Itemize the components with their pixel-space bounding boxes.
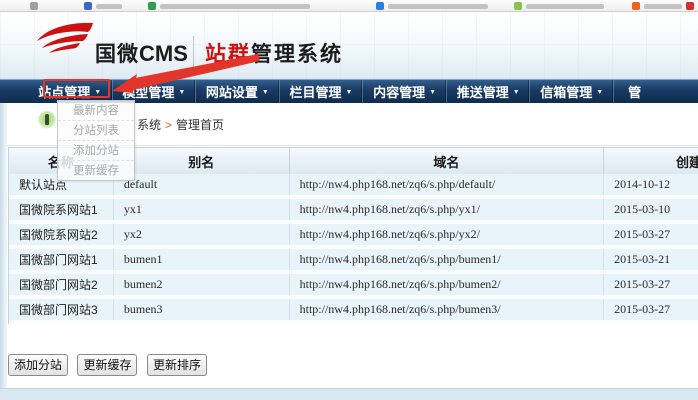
cell-domain[interactable]: http://nw4.php168.net/zq6/s.php/yx2/: [290, 224, 605, 245]
bookmark-label-blur[interactable]: [644, 4, 682, 9]
product-title: 站群管理系统: [205, 38, 343, 68]
cell-created: 2015-03-21: [604, 249, 698, 270]
left-frame-border: [0, 103, 7, 388]
cell-domain[interactable]: http://nw4.php168.net/zq6/s.php/bumen1/: [290, 249, 605, 270]
annotation-highlight-box: [43, 79, 110, 98]
table-row[interactable]: 国微部门网站2 bumen2 http://nw4.php168.net/zq6…: [9, 274, 698, 299]
breadcrumb-separator-icon: >: [165, 118, 172, 132]
bulb-icon: [38, 111, 56, 129]
cell-domain[interactable]: http://nw4.php168.net/zq6/s.php/bumen3/: [290, 299, 605, 320]
table-row[interactable]: 国微院系网站2 yx2 http://nw4.php168.net/zq6/s.…: [9, 224, 698, 249]
menu-item-subsite-list[interactable]: 分站列表: [58, 121, 134, 141]
nav-item-mailbox-management[interactable]: 信箱管理▼: [529, 80, 613, 103]
cell-alias: yx1: [114, 199, 290, 220]
breadcrumb-prefix: 系统: [137, 118, 161, 132]
table-row[interactable]: 国微部门网站1 bumen1 http://nw4.php168.net/zq6…: [9, 249, 698, 274]
nav-item-push-management[interactable]: 推送管理▼: [446, 80, 530, 103]
brand-en: CMS: [139, 41, 188, 66]
cell-name: 国微院系网站1: [9, 199, 114, 220]
table-row[interactable]: 国微院系网站1 yx1 http://nw4.php168.net/zq6/s.…: [9, 199, 698, 224]
cell-alias: bumen1: [114, 249, 290, 270]
favicon-icon[interactable]: [148, 2, 156, 10]
add-subsite-button[interactable]: 添加分站: [8, 354, 68, 376]
brand-cn: 国微: [95, 43, 139, 66]
cell-name: 国微院系网站2: [9, 224, 114, 245]
menu-item-add-subsite[interactable]: 添加分站: [58, 141, 134, 161]
cell-alias: bumen2: [114, 274, 290, 295]
cell-domain[interactable]: http://nw4.php168.net/zq6/s.php/default/: [290, 174, 605, 195]
logo-divider: [193, 36, 194, 68]
nav-item-partial[interactable]: 管: [613, 80, 698, 103]
cell-name: 国微部门网站2: [9, 274, 114, 295]
bookmark-label-blur[interactable]: [526, 4, 604, 9]
bottom-frame-border: [0, 388, 698, 400]
site-management-dropdown: 最新内容 分站列表 添加分站 更新缓存: [57, 100, 135, 181]
product-highlight: 站群: [205, 43, 251, 66]
update-cache-button[interactable]: 更新缓存: [77, 354, 137, 376]
nav-item-content-management[interactable]: 内容管理▼: [362, 80, 446, 103]
breadcrumb: 系统 > 管理首页: [137, 116, 224, 133]
chevron-down-icon: ▼: [513, 89, 520, 96]
cell-created: 2015-03-27: [604, 274, 698, 295]
menu-item-update-cache[interactable]: 更新缓存: [58, 161, 134, 181]
chevron-down-icon: ▼: [262, 89, 269, 96]
cell-name: 国微部门网站3: [9, 299, 114, 320]
favicon-icon[interactable]: [632, 2, 640, 10]
update-order-button[interactable]: 更新排序: [147, 354, 207, 376]
bookmark-label-blur[interactable]: [388, 4, 488, 9]
bookmark-label-blur[interactable]: [96, 4, 122, 9]
bookmarks-bar[interactable]: [0, 0, 698, 12]
brand-title: 国微CMS: [95, 38, 188, 68]
favicon-icon[interactable]: [514, 2, 522, 10]
cell-domain[interactable]: http://nw4.php168.net/zq6/s.php/yx1/: [290, 199, 605, 220]
chevron-down-icon: ▼: [429, 89, 436, 96]
cell-created: 2015-03-27: [604, 299, 698, 320]
favicon-icon[interactable]: [376, 2, 384, 10]
cell-created: 2015-03-10: [604, 199, 698, 220]
menu-item-latest-content[interactable]: 最新内容: [58, 101, 134, 121]
product-rest: 管理系统: [251, 43, 343, 66]
app-header: 国微CMS 站群管理系统: [0, 12, 698, 79]
chevron-down-icon: ▼: [596, 89, 603, 96]
cell-created: 2015-03-27: [604, 224, 698, 245]
favicon-icon[interactable]: [84, 2, 92, 10]
chevron-down-icon: ▼: [178, 89, 185, 96]
footer-actions: 添加分站 更新缓存 更新排序: [8, 354, 212, 376]
cell-domain[interactable]: http://nw4.php168.net/zq6/s.php/bumen2/: [290, 274, 605, 295]
col-header-domain: 域名: [290, 148, 605, 174]
cell-alias: default: [114, 174, 290, 195]
favicon-icon[interactable]: [30, 2, 38, 10]
breadcrumb-current: 管理首页: [176, 118, 224, 132]
logo-swoosh-icon: [36, 22, 94, 56]
nav-item-website-settings[interactable]: 网站设置▼: [195, 80, 279, 103]
chevron-down-icon: ▼: [346, 89, 353, 96]
cell-name: 国微部门网站1: [9, 249, 114, 270]
col-header-created: 创建时间: [604, 148, 698, 174]
cell-alias: yx2: [114, 224, 290, 245]
favicon-icon[interactable]: [686, 2, 694, 10]
col-header-alias: 别名: [114, 148, 290, 174]
nav-item-column-management[interactable]: 栏目管理▼: [279, 80, 363, 103]
cell-alias: bumen3: [114, 299, 290, 320]
bookmark-label-blur[interactable]: [160, 4, 310, 9]
cell-created: 2014-10-12: [604, 174, 698, 195]
table-row[interactable]: 国微部门网站3 bumen3 http://nw4.php168.net/zq6…: [9, 299, 698, 324]
